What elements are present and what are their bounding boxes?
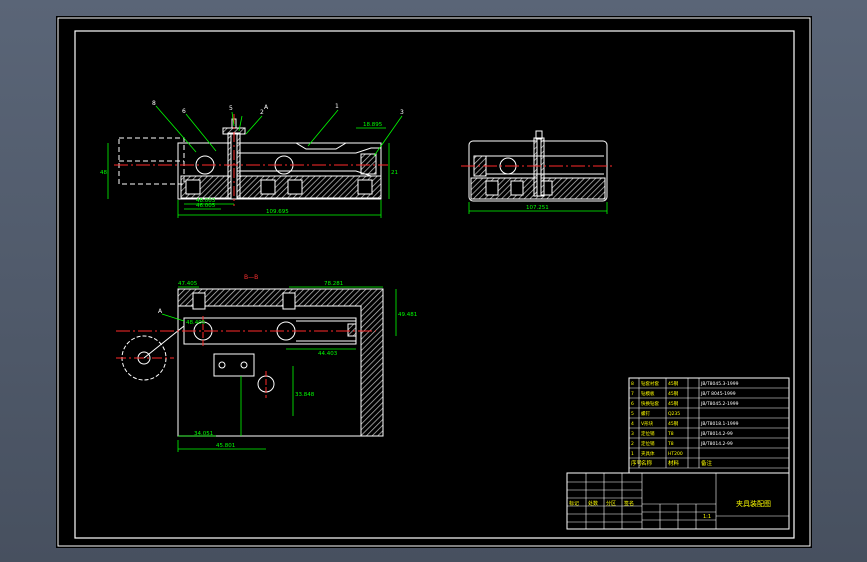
bom-cell-qty: 45钢: [668, 400, 679, 407]
bom-cell-qty: Q235: [668, 411, 680, 417]
bom-cell-name: 钻套衬套: [641, 380, 659, 387]
bom-cell-std: JB/T8014.2-99: [700, 441, 733, 447]
front-callout-8: 8: [152, 100, 156, 107]
side-bushing-core: [536, 137, 542, 197]
front-pocket-3: [287, 179, 303, 195]
bom-cell-name: 名称: [641, 459, 653, 467]
bom-table: 8 钻套衬套 45钢 JB/T8045.3-1999 7 钻模板 45钢 JB/T 8045-…: [628, 377, 790, 474]
side-pocket-1: [485, 180, 499, 196]
front-pocket-2: [260, 179, 276, 195]
front-callout-6: 6: [182, 108, 186, 115]
bom-cell-no: 3: [631, 431, 634, 437]
bom-cell-qty: 45钢: [668, 390, 679, 397]
bom-cell-name: 定位销: [641, 440, 655, 447]
plan-dim-d7: 45.801: [216, 443, 235, 449]
plan-pocket-1: [192, 292, 206, 310]
front-callout-3: 3: [400, 109, 404, 116]
plan-vblock-hole-2: [240, 361, 248, 369]
bom-cell-no: 8: [631, 381, 634, 387]
bom-cell-qty: T8: [667, 441, 674, 447]
bom-cell-name: 螺钉: [641, 410, 650, 417]
plan-frame-hatch: [177, 288, 384, 437]
bom-cell-no: 2: [631, 441, 634, 447]
title-block: 标记 处数 分区 签名 1:1 夹具装配图: [566, 472, 790, 530]
side-dim-d1: 107.251: [526, 205, 549, 211]
bom-cell-std: JB/T8018.1-1999: [700, 421, 739, 427]
plan-dim-d4: 49.481: [398, 312, 417, 318]
plan-end-slot: [347, 323, 357, 337]
bom-cell-std: JB/T8014.2-99: [700, 431, 733, 437]
plan-vblock-hole-1: [218, 361, 226, 369]
front-rod: [236, 147, 381, 177]
bom-cell-qty: 材料: [668, 459, 680, 467]
plan-dim-d6: 34.051: [194, 431, 213, 437]
bom-cell-std: JB/T8045.3-1999: [700, 381, 739, 387]
bom-cell-no: 5: [631, 411, 634, 417]
side-pocket-2: [510, 180, 524, 196]
plan-dim-d8: 44.403: [318, 351, 338, 357]
bom-cell-no: 6: [631, 401, 634, 407]
bom-cell-std: 备注: [701, 459, 713, 467]
front-dim-d2: 109.695: [266, 209, 289, 215]
front-pocket-4: [357, 179, 373, 195]
front-dim-h2: 21: [391, 170, 398, 176]
front-callout-1: 1: [335, 103, 339, 110]
plan-dim-d3: 48.405: [186, 320, 206, 326]
title-sign-d: 签名: [624, 500, 634, 507]
drawing-title: 夹具装配图: [736, 499, 771, 508]
cad-viewport[interactable]: 18.895 109.695 48.003 46.005 48 21 8 6 5…: [56, 16, 812, 548]
front-end-cap: [360, 153, 377, 175]
front-callout-5: 5: [229, 105, 233, 112]
bom-cell-name: 快换钻套: [641, 400, 659, 407]
plan-view: B—B 47.405 78.281 48.405 49.481 33.848 3…: [116, 274, 417, 452]
bom-cell-name: 钻模板: [641, 390, 655, 397]
bom-cell-name: 定位销: [641, 430, 655, 437]
bom-cell-name: V形块: [641, 420, 654, 427]
bom-cell-qty: 45钢: [668, 420, 679, 427]
title-sign-c: 分区: [606, 500, 616, 507]
plan-vblock: [213, 353, 255, 377]
plan-dim-d5: 33.848: [295, 392, 315, 398]
front-view: 18.895 109.695 48.003 46.005 48 21 8 6 5…: [100, 100, 404, 218]
plan-plate: [177, 305, 362, 437]
front-dim-d4: 46.005: [196, 203, 216, 209]
front-dim-d1: 18.895: [363, 122, 383, 128]
front-section-mark: A: [264, 104, 269, 111]
title-sign-a: 标记: [569, 500, 579, 507]
bom-cell-no: 7: [631, 391, 634, 397]
title-sign-b: 处数: [588, 500, 598, 507]
bom-cell-qty: 45钢: [668, 380, 679, 387]
bom-cell-qty: HT200: [668, 451, 683, 457]
section-label: B—B: [244, 274, 258, 281]
bom-cell-no: 4: [631, 421, 634, 427]
plan-pocket-2: [282, 292, 296, 310]
bom-cell-qty: T8: [667, 431, 674, 437]
bom-cell-std: JB/T 8045-1999: [700, 391, 736, 397]
title-scale: 1:1: [703, 514, 711, 520]
side-view: 107.251: [461, 130, 614, 214]
front-dim-h1: 48: [100, 170, 107, 176]
plan-dim-d2: 78.281: [324, 281, 343, 287]
bom-cell-name: 夹具体: [641, 450, 655, 457]
bom-cell-std: JB/T8045.2-1999: [700, 401, 739, 407]
front-pocket-1: [185, 179, 201, 195]
bom-cell-no: 1: [631, 451, 634, 457]
drawing-frame-outer: [57, 17, 811, 547]
front-base-hatch: [180, 175, 382, 199]
plan-dim-d1: 47.405: [178, 281, 198, 287]
